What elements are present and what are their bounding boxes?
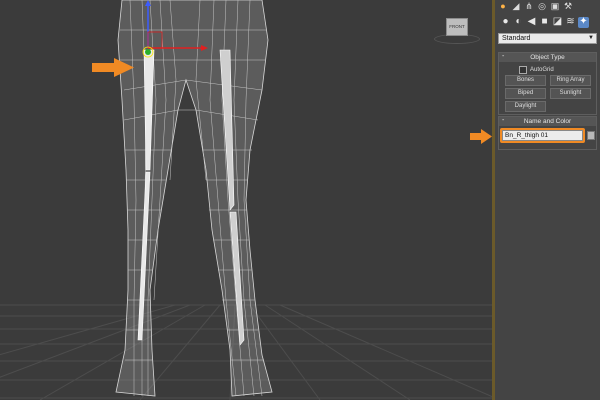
object-color-swatch[interactable]: [587, 131, 595, 140]
collapse-icon: -: [502, 53, 505, 60]
geometry-icon[interactable]: ●: [500, 17, 511, 28]
cameras-icon[interactable]: ■: [539, 17, 550, 28]
autogrid-checkbox[interactable]: AutoGrid: [519, 66, 554, 74]
object-type-rollout: - Object Type AutoGrid Bones Ring Array …: [498, 52, 597, 115]
viewport-scene: [0, 0, 492, 400]
name-field-highlight: [500, 128, 585, 143]
spacewarps-icon[interactable]: ≋: [565, 17, 576, 28]
ring-array-button[interactable]: Ring Array: [550, 75, 591, 86]
motion-icon[interactable]: ◎: [537, 1, 547, 11]
viewcube[interactable]: FRONT: [446, 18, 468, 36]
name-and-color-rollout: - Name and Color Bn_R_thigh 01: [498, 116, 597, 150]
sunlight-button[interactable]: Sunlight: [550, 88, 591, 99]
display-icon[interactable]: ▣: [550, 1, 560, 11]
name-and-color-header[interactable]: - Name and Color: [499, 117, 596, 126]
lights-icon[interactable]: ◀: [526, 17, 537, 28]
hierarchy-icon[interactable]: ⋔: [524, 1, 534, 11]
object-type-title: Object Type: [530, 54, 565, 61]
bones-button[interactable]: Bones: [505, 75, 546, 86]
helpers-icon[interactable]: ◪: [552, 17, 563, 28]
bend-icon[interactable]: ◢: [511, 1, 521, 11]
chevron-down-icon: ▼: [588, 35, 594, 41]
wrench-icon[interactable]: ⚒: [563, 1, 573, 11]
category-dropdown[interactable]: Standard ▼: [498, 33, 597, 44]
category-dropdown-value: Standard: [502, 35, 531, 42]
shapes-icon[interactable]: ◐: [513, 17, 524, 28]
command-panel: ● ◢ ⋔ ◎ ▣ ⚒ ● ◐ ◀ ■ ◪ ≋ ✦ Standard ▼ - O…: [495, 0, 600, 400]
systems-icon[interactable]: ✦: [578, 16, 589, 28]
biped-button[interactable]: Biped: [505, 88, 546, 99]
autogrid-label: AutoGrid: [530, 67, 554, 73]
command-panel-tabs: ● ◢ ⋔ ◎ ▣ ⚒: [495, 0, 600, 12]
perspective-viewport[interactable]: FRONT: [0, 0, 492, 400]
annotation-arrow-name-field: [470, 129, 492, 144]
daylight-button[interactable]: Daylight: [505, 101, 546, 112]
category-icons: ● ◐ ◀ ■ ◪ ≋ ✦: [495, 14, 600, 30]
object-type-header[interactable]: - Object Type: [499, 53, 596, 62]
collapse-icon: -: [502, 117, 505, 124]
autogrid-checkbox-box[interactable]: [519, 66, 527, 74]
viewcube-label: FRONT: [449, 24, 465, 29]
name-and-color-title: Name and Color: [523, 118, 572, 125]
sun-icon[interactable]: ●: [498, 1, 508, 11]
